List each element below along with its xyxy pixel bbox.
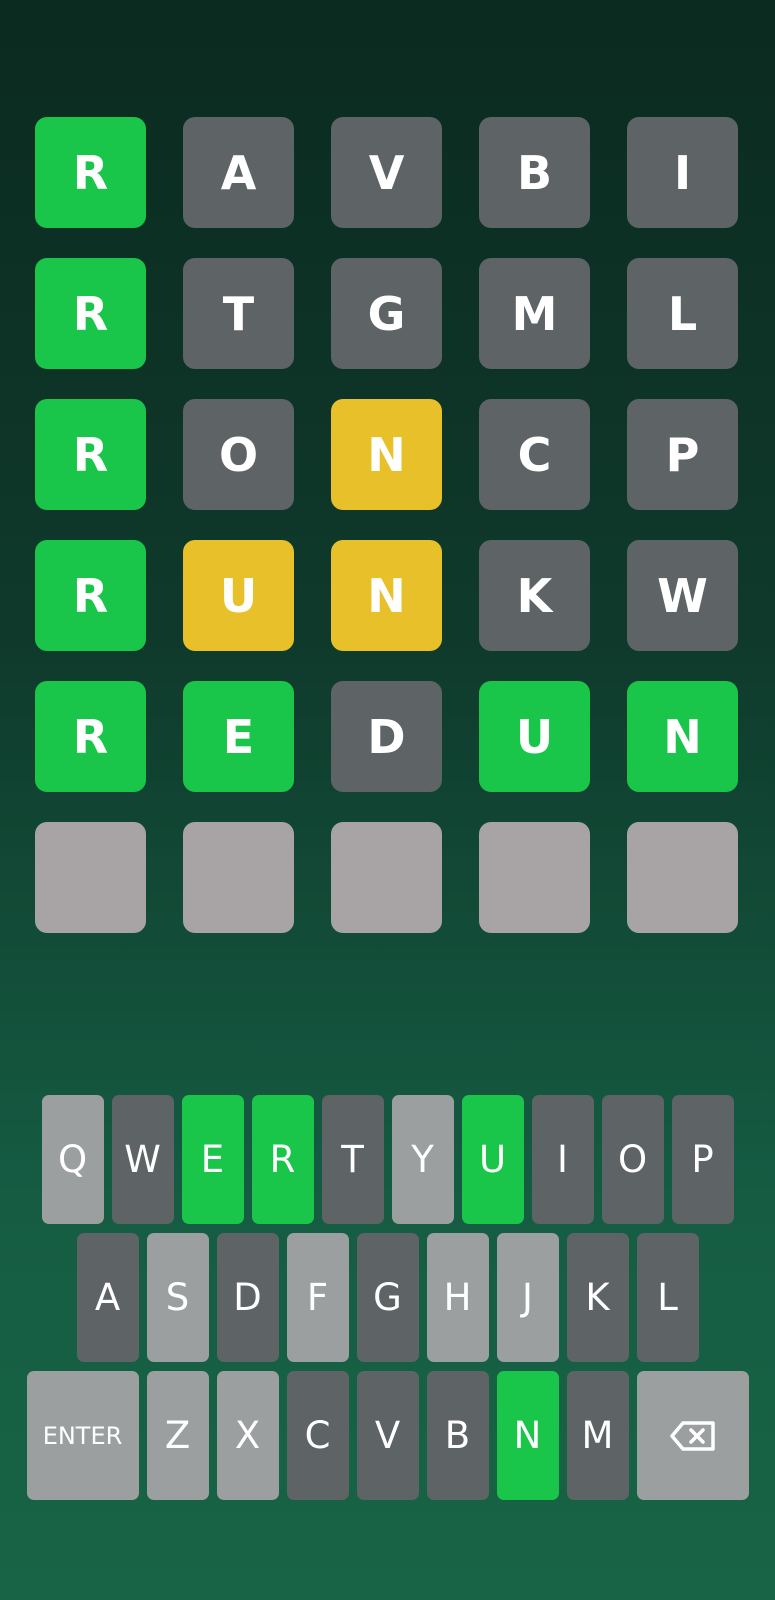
board-row: R T G M L xyxy=(35,258,740,369)
board-tile: A xyxy=(183,117,294,228)
board-tile: G xyxy=(331,258,442,369)
board-tile-empty xyxy=(183,822,294,933)
keyboard-row-2: A S D F G H J K L xyxy=(0,1233,775,1362)
board-tile: M xyxy=(479,258,590,369)
key-r[interactable]: R xyxy=(251,1095,314,1224)
key-o[interactable]: O xyxy=(601,1095,664,1224)
board-tile: N xyxy=(627,681,738,792)
board-tile: T xyxy=(183,258,294,369)
board-tile-empty xyxy=(35,822,146,933)
board-tile: D xyxy=(331,681,442,792)
key-z[interactable]: Z xyxy=(146,1371,209,1500)
key-l[interactable]: L xyxy=(636,1233,699,1362)
key-k[interactable]: K xyxy=(566,1233,629,1362)
board-tile: O xyxy=(183,399,294,510)
board-tile-empty xyxy=(479,822,590,933)
board-tile: L xyxy=(627,258,738,369)
key-n[interactable]: N xyxy=(496,1371,559,1500)
board-tile: R xyxy=(35,258,146,369)
key-v[interactable]: V xyxy=(356,1371,419,1500)
board-tile: N xyxy=(331,540,442,651)
key-x[interactable]: X xyxy=(216,1371,279,1500)
key-q[interactable]: Q xyxy=(41,1095,104,1224)
board-tile: K xyxy=(479,540,590,651)
board-tile: N xyxy=(331,399,442,510)
enter-key[interactable]: ENTER xyxy=(26,1371,139,1500)
key-i[interactable]: I xyxy=(531,1095,594,1224)
board-tile-empty xyxy=(331,822,442,933)
key-w[interactable]: W xyxy=(111,1095,174,1224)
key-y[interactable]: Y xyxy=(391,1095,454,1224)
board-tile: P xyxy=(627,399,738,510)
board-tile: C xyxy=(479,399,590,510)
key-j[interactable]: J xyxy=(496,1233,559,1362)
key-g[interactable]: G xyxy=(356,1233,419,1362)
game-board: R A V B I R T G M L R O N C P R U N K W … xyxy=(35,117,740,963)
key-s[interactable]: S xyxy=(146,1233,209,1362)
key-e[interactable]: E xyxy=(181,1095,244,1224)
board-tile: R xyxy=(35,540,146,651)
key-a[interactable]: A xyxy=(76,1233,139,1362)
key-h[interactable]: H xyxy=(426,1233,489,1362)
board-row: R E D U N xyxy=(35,681,740,792)
key-u[interactable]: U xyxy=(461,1095,524,1224)
key-f[interactable]: F xyxy=(286,1233,349,1362)
backspace-key[interactable] xyxy=(636,1371,749,1500)
key-c[interactable]: C xyxy=(286,1371,349,1500)
key-t[interactable]: T xyxy=(321,1095,384,1224)
board-row xyxy=(35,822,740,933)
board-tile: U xyxy=(479,681,590,792)
board-tile-empty xyxy=(627,822,738,933)
board-tile: B xyxy=(479,117,590,228)
keyboard-row-3: ENTER Z X C V B N M xyxy=(0,1371,775,1500)
board-row: R O N C P xyxy=(35,399,740,510)
board-tile: V xyxy=(331,117,442,228)
backspace-icon xyxy=(669,1420,715,1451)
key-m[interactable]: M xyxy=(566,1371,629,1500)
board-row: R A V B I xyxy=(35,117,740,228)
board-tile: I xyxy=(627,117,738,228)
on-screen-keyboard: Q W E R T Y U I O P A S D F G H J K L EN… xyxy=(0,1095,775,1509)
board-tile: E xyxy=(183,681,294,792)
board-tile: R xyxy=(35,399,146,510)
key-b[interactable]: B xyxy=(426,1371,489,1500)
key-d[interactable]: D xyxy=(216,1233,279,1362)
board-tile: U xyxy=(183,540,294,651)
keyboard-row-1: Q W E R T Y U I O P xyxy=(0,1095,775,1224)
board-tile: R xyxy=(35,681,146,792)
board-tile: R xyxy=(35,117,146,228)
board-tile: W xyxy=(627,540,738,651)
board-row: R U N K W xyxy=(35,540,740,651)
key-p[interactable]: P xyxy=(671,1095,734,1224)
